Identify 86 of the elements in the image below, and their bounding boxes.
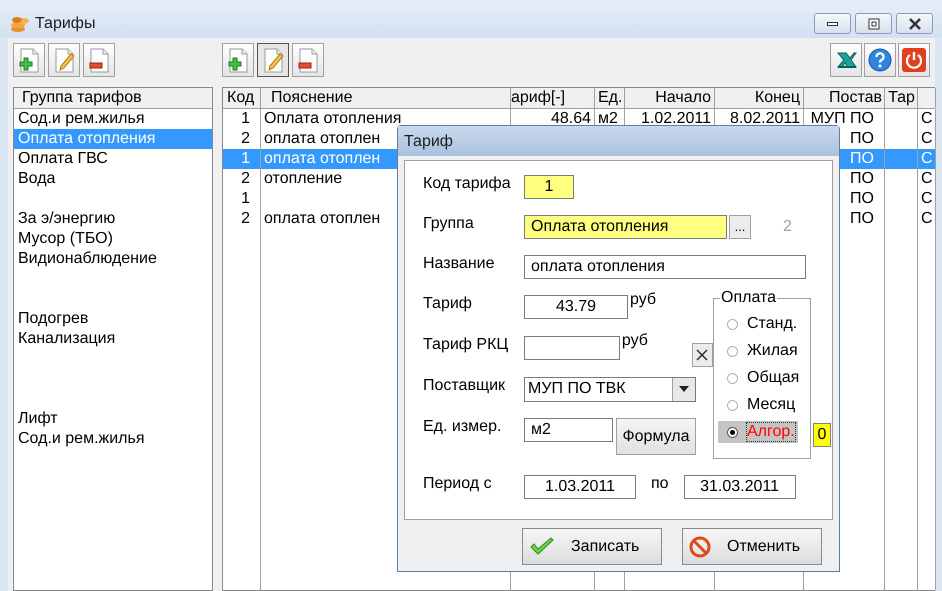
table-cell: С — [918, 209, 936, 229]
unit-label: руб — [622, 332, 648, 350]
radio-option[interactable]: Общая — [718, 367, 798, 389]
column-header[interactable]: Код — [223, 88, 261, 108]
field-label: Тариф — [423, 295, 473, 313]
caret-icon — [679, 386, 689, 392]
date-field[interactable]: 31.03.2011 — [684, 475, 796, 499]
field-label: Ед. измер. — [423, 418, 502, 436]
list-item[interactable]: Вода — [14, 169, 212, 189]
table-cell: 2 — [223, 209, 261, 229]
dialog-title: Тариф — [398, 126, 839, 156]
radio-option[interactable]: Станд. — [718, 313, 798, 335]
radio-option[interactable]: Жилая — [718, 340, 798, 362]
table-cell: 1 — [223, 189, 261, 209]
group-number: 2 — [783, 218, 792, 236]
close-icon — [906, 16, 922, 30]
remove-document-icon — [296, 47, 320, 73]
field-label: Название — [423, 255, 496, 273]
table-cell: С — [918, 109, 936, 129]
unit-label: руб — [630, 291, 656, 309]
list-item[interactable]: Подогрев — [14, 309, 212, 329]
maximize-button[interactable] — [855, 13, 892, 34]
check-icon — [529, 536, 555, 556]
edit-button[interactable] — [257, 43, 289, 77]
list-item[interactable]: Лифт — [14, 409, 212, 429]
remove-document-icon — [87, 47, 111, 73]
column-header[interactable]: Постав — [804, 88, 885, 108]
table-cell: С — [918, 189, 936, 209]
table-cell: 1 — [223, 149, 261, 169]
group-field[interactable]: Оплата отопления — [524, 215, 727, 239]
column-header[interactable]: Начало — [625, 88, 715, 108]
column-header[interactable]: Конец — [715, 88, 804, 108]
tariff-field[interactable]: 43.79 — [524, 295, 628, 319]
list-item[interactable]: Мусор (ТБО) — [14, 229, 212, 249]
export-button[interactable] — [830, 43, 862, 77]
supplier-dropdown[interactable]: МУП ПО ТВК — [524, 376, 696, 402]
minimize-icon — [827, 22, 838, 26]
help-icon — [868, 47, 892, 73]
coins-icon — [10, 14, 30, 34]
list-item[interactable]: Оплата ГВС — [14, 149, 212, 169]
save-button[interactable]: Записать — [522, 528, 662, 565]
code-field[interactable]: 1 — [524, 175, 574, 199]
add-document-icon — [226, 47, 250, 73]
list-item[interactable]: Сод.и рем.жилья — [14, 109, 212, 129]
delete-button[interactable] — [292, 43, 324, 77]
list-item[interactable]: За э/энергию — [14, 209, 212, 229]
list-item[interactable]: Канализация — [14, 329, 212, 349]
add-button[interactable] — [222, 43, 254, 77]
close-button[interactable] — [896, 13, 933, 34]
column-header[interactable]: Пояснение — [261, 88, 511, 108]
field-label: Период с — [423, 475, 493, 493]
value-badge: 0 — [813, 423, 831, 447]
edit-button[interactable] — [48, 43, 80, 77]
column-header[interactable]: ариф[-] — [511, 88, 595, 108]
power-icon — [902, 47, 926, 73]
cancel-button[interactable]: Отменить — [682, 528, 822, 565]
field-label: Поставщик — [423, 377, 506, 395]
table-cell: 1 — [223, 109, 261, 129]
tariff-rkc-field[interactable] — [524, 336, 620, 360]
clear-button[interactable] — [692, 343, 713, 367]
table-cell: С — [918, 169, 936, 189]
formula-button[interactable]: Формула — [616, 418, 696, 455]
browse-button[interactable]: ... — [729, 215, 751, 239]
maximize-icon — [866, 16, 882, 30]
column-header: Группа тарифов — [14, 88, 212, 109]
exit-button[interactable] — [898, 43, 930, 77]
name-field[interactable]: оплата отопления — [524, 255, 806, 279]
table-cell: С — [918, 149, 936, 169]
list-item[interactable]: Сод.и рем.жилья — [14, 429, 212, 449]
delete-button[interactable] — [83, 43, 115, 77]
column-header[interactable]: Ед. — [595, 88, 625, 108]
list-item[interactable]: Видионаблюдение — [14, 249, 212, 269]
radio-option[interactable]: Месяц — [718, 394, 798, 416]
unit-field[interactable]: м2 — [524, 418, 613, 442]
add-button[interactable] — [13, 43, 45, 77]
window-title: Тарифы — [35, 15, 96, 33]
table-cell: 2 — [223, 169, 261, 189]
field-label: Тариф РКЦ — [423, 336, 510, 354]
field-label: по — [651, 475, 669, 493]
add-document-icon — [17, 47, 41, 73]
date-field[interactable]: 1.03.2011 — [524, 475, 636, 499]
help-button[interactable] — [864, 43, 896, 77]
column-header[interactable]: Тар — [885, 88, 918, 108]
minimize-button[interactable] — [814, 13, 851, 34]
prohibited-icon — [689, 536, 711, 558]
cross-icon — [695, 348, 710, 362]
